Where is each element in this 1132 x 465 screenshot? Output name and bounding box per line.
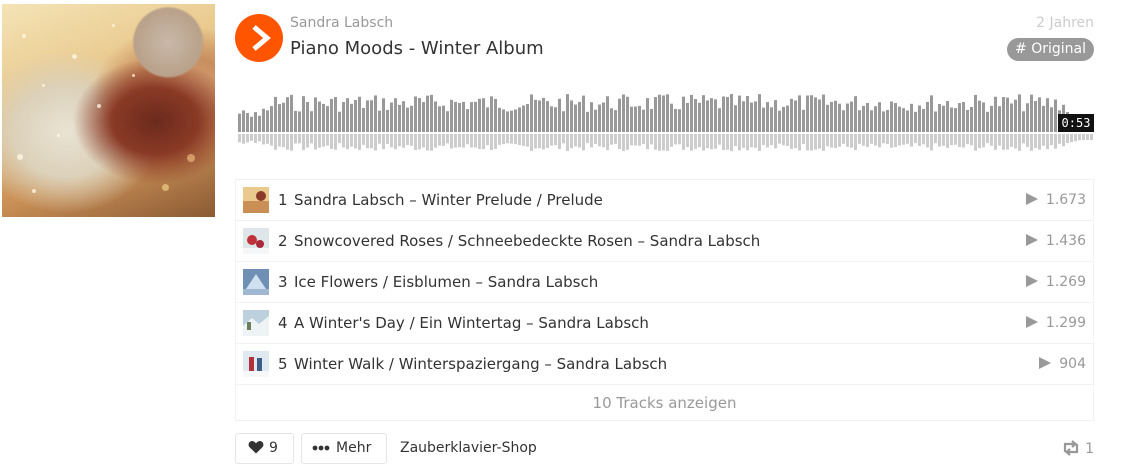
track-title[interactable]: Sandra Labsch – Winter Prelude / Prelude [294, 191, 603, 209]
play-count: 1.269 [1045, 274, 1086, 290]
track-thumbnail [243, 310, 269, 336]
play-count: 1.673 [1045, 192, 1086, 208]
more-button[interactable]: Mehr [301, 433, 387, 464]
show-all-tracks-link[interactable]: 10 Tracks anzeigen [236, 385, 1093, 421]
track-number: 2 [278, 232, 288, 250]
play-button[interactable] [235, 14, 283, 62]
duration-badge: 0:53 [1058, 114, 1094, 132]
heart-icon [248, 441, 264, 454]
track-plays: 904 [1039, 356, 1086, 372]
upload-age: 2 Jahren [1036, 15, 1094, 31]
genre-tag[interactable]: # Original [1007, 38, 1094, 61]
track-row[interactable]: 1 Sandra Labsch – Winter Prelude / Prelu… [236, 180, 1093, 221]
play-count-icon [1039, 357, 1052, 369]
track-row[interactable]: 2 Snowcovered Roses / Schneebedeckte Ros… [236, 221, 1093, 262]
track-plays: 1.269 [1025, 274, 1086, 290]
waveform[interactable] [238, 80, 1094, 160]
tracklist: 1 Sandra Labsch – Winter Prelude / Prelu… [235, 179, 1094, 421]
play-count-icon [1025, 193, 1038, 205]
track-number: 4 [278, 314, 288, 332]
repost-count-indicator[interactable]: 1 [1061, 440, 1094, 457]
more-label: Mehr [336, 440, 372, 456]
track-row[interactable]: 4 A Winter's Day / Ein Wintertag – Sandr… [236, 303, 1093, 344]
track-number: 1 [278, 191, 288, 209]
like-count: 9 [269, 440, 278, 456]
play-icon [252, 25, 271, 51]
play-count-icon [1025, 316, 1038, 328]
track-thumbnail [243, 269, 269, 295]
play-count: 1.299 [1045, 315, 1086, 331]
track-row[interactable]: 5 Winter Walk / Winterspaziergang – Sand… [236, 344, 1093, 385]
track-title[interactable]: Snowcovered Roses / Schneebedeckte Rosen… [294, 232, 760, 250]
play-count: 1.436 [1045, 233, 1086, 249]
track-title[interactable]: Winter Walk / Winterspaziergang – Sandra… [294, 355, 667, 373]
track-title[interactable]: Ice Flowers / Eisblumen – Sandra Labsch [294, 273, 598, 291]
shop-link[interactable]: Zauberklavier-Shop [400, 440, 537, 456]
track-title[interactable]: A Winter's Day / Ein Wintertag – Sandra … [294, 314, 649, 332]
track-number: 5 [278, 355, 288, 373]
track-plays: 1.673 [1025, 192, 1086, 208]
track-number: 3 [278, 273, 288, 291]
repost-count: 1 [1085, 441, 1094, 457]
track-thumbnail [243, 351, 269, 377]
track-plays: 1.436 [1025, 233, 1086, 249]
play-count-icon [1025, 275, 1038, 287]
sound-title[interactable]: Piano Moods - Winter Album [290, 38, 544, 59]
play-count: 904 [1059, 356, 1086, 372]
track-row[interactable]: 3 Ice Flowers / Eisblumen – Sandra Labsc… [236, 262, 1093, 303]
repost-icon [1063, 440, 1079, 456]
ellipsis-icon [312, 445, 330, 451]
play-count-icon [1025, 234, 1038, 246]
album-artwork[interactable] [2, 4, 215, 217]
track-thumbnail [243, 187, 269, 213]
track-thumbnail [243, 228, 269, 254]
like-button[interactable]: 9 [235, 433, 294, 464]
track-plays: 1.299 [1025, 315, 1086, 331]
artist-name[interactable]: Sandra Labsch [290, 15, 393, 31]
